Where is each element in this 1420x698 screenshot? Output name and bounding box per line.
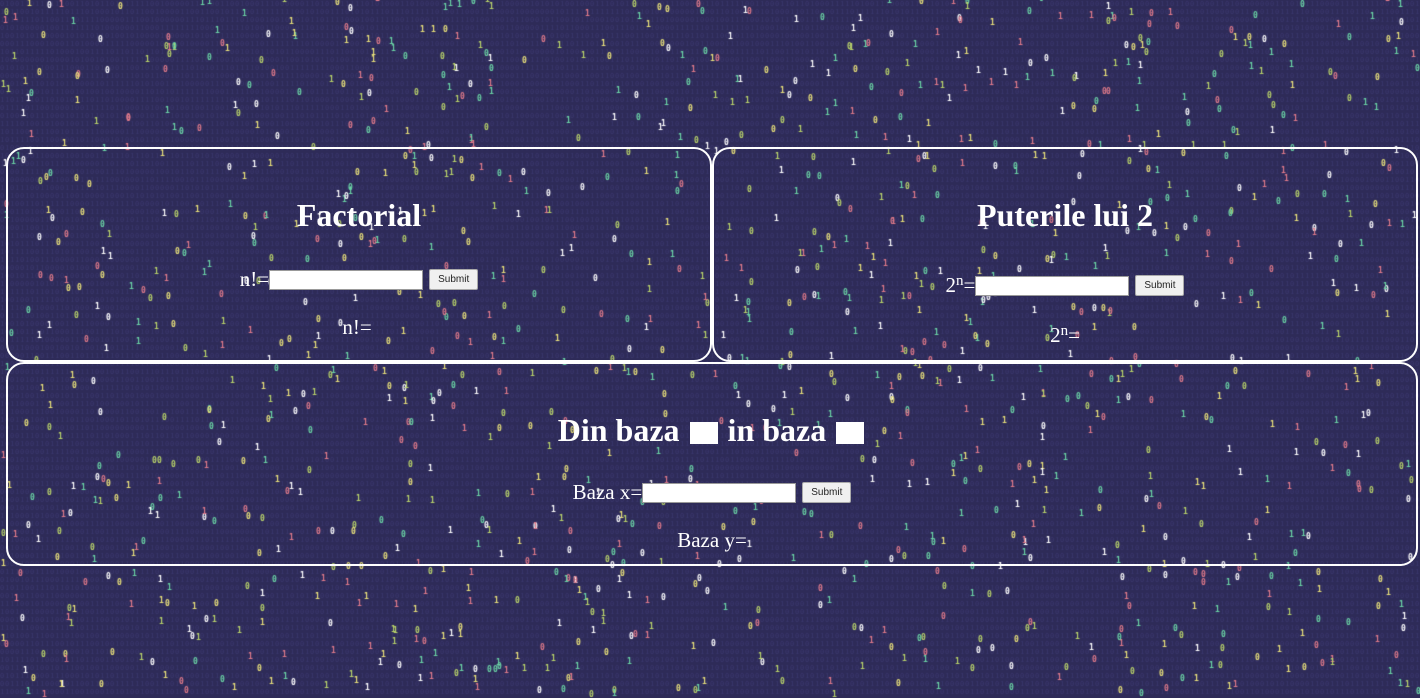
base-x-input[interactable]: [642, 482, 797, 503]
factorial-result: n!=: [342, 315, 372, 339]
powers-of-two-panel: Puterile lui 2 2n= Submit 2n=: [712, 147, 1418, 362]
factorial-input[interactable]: [269, 269, 424, 290]
powers-form: 2n= Submit: [714, 273, 1416, 298]
base-conversion-title: Din baza in baza: [8, 412, 1416, 449]
factorial-title: Factorial: [296, 197, 422, 233]
base-conversion-form: Baza x= Submit: [8, 480, 1416, 505]
target-base-box[interactable]: [836, 422, 865, 444]
base-conversion-submit-button[interactable]: Submit: [802, 482, 852, 503]
powers-result: 2n=: [1050, 323, 1080, 347]
powers-input[interactable]: [975, 275, 1130, 296]
powers-submit-button[interactable]: Submit: [1135, 275, 1185, 296]
base-y-result: Baza y=: [677, 528, 747, 552]
powers-title: Puterile lui 2: [977, 197, 1153, 233]
factorial-input-label: n!=: [239, 267, 270, 291]
factorial-form: n!= Submit: [8, 267, 710, 292]
base-conversion-panel: Din baza in baza Baza x= Submit Baza y=: [6, 362, 1418, 566]
factorial-submit-button[interactable]: Submit: [429, 269, 479, 290]
source-base-box[interactable]: [689, 422, 718, 444]
factorial-panel: Factorial n!= Submit n!=: [6, 147, 712, 362]
base-x-label: Baza x=: [572, 480, 643, 504]
powers-input-label: 2n=: [945, 273, 976, 297]
